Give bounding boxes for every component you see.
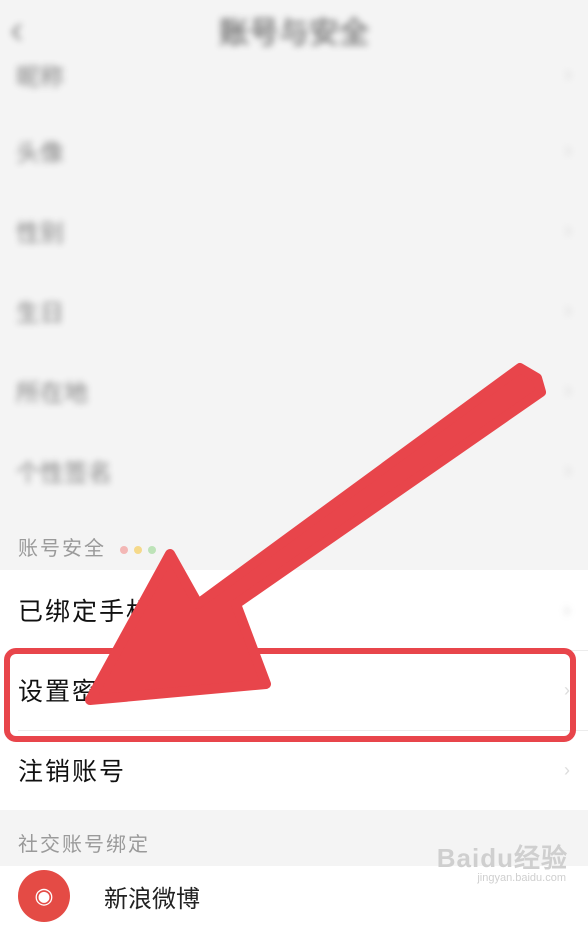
watermark-url: jingyan.baidu.com — [477, 872, 566, 884]
watermark: Baidu经验 — [436, 843, 568, 873]
annotation-arrow-icon — [85, 363, 546, 705]
